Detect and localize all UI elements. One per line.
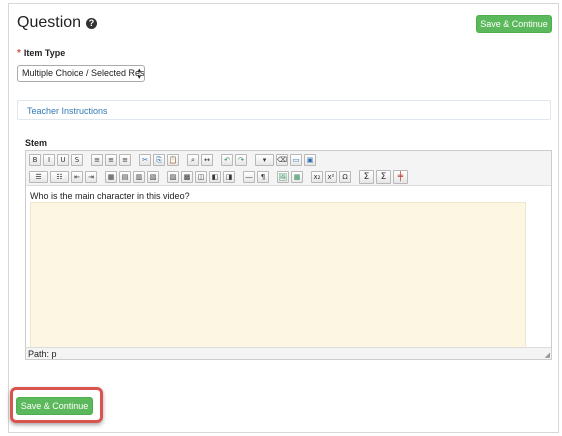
table-col-button[interactable]: ▥ <box>133 171 145 183</box>
select-arrows-icon: ▴ ▾ <box>137 67 141 81</box>
item-type-label: * Item Type <box>17 48 65 59</box>
find-button[interactable]: ⌕ <box>187 154 199 166</box>
help-icon[interactable]: ? <box>86 17 98 29</box>
stem-editor: B I U S ≡ ≡ ≡ ✂ ⎘ 📋 ⌕ ↔ ↶ ↷ ▾ ⌫ ▭ ▣ ☰ ☷ ⇤ ⇥ ▦ ▤ ▥ ▧ ▨ ▩ ◫ ◧ ◨ ― ¶ 🖼 ▦ x₂ x²… <box>25 150 552 360</box>
cell-split-button[interactable]: ▩ <box>181 171 193 183</box>
eraser-button[interactable]: ⌫ <box>276 154 288 166</box>
stem-edit-area[interactable]: Who is the main character in this video? <box>26 187 551 349</box>
path-text: Path: p <box>28 349 57 359</box>
align-left-button[interactable]: ≡ <box>91 154 103 166</box>
outdent-button[interactable]: ⇤ <box>71 171 83 183</box>
toolbar-row-1: B I U S ≡ ≡ ≡ ✂ ⎘ 📋 ⌕ ↔ ↶ ↷ ▾ ⌫ ▭ ▣ <box>29 154 322 166</box>
toolbar-row-2: ☰ ☷ ⇤ ⇥ ▦ ▤ ▥ ▧ ▨ ▩ ◫ ◧ ◨ ― ¶ 🖼 ▦ x₂ x² Ω Σ Σ ╪ <box>29 170 408 184</box>
media-button[interactable]: ▣ <box>304 154 316 166</box>
resize-handle-icon[interactable]: ◢ <box>545 351 550 359</box>
item-type-selected-value: Multiple Choice / Selected Res| <box>22 68 145 78</box>
item-type-label-text: Item Type <box>23 48 66 58</box>
cut-button[interactable]: ✂ <box>139 154 151 166</box>
hr-button[interactable]: ― <box>243 171 255 183</box>
omega-button[interactable]: Ω <box>339 171 351 183</box>
copy-button[interactable]: ⎘ <box>153 154 165 166</box>
insert-image-button[interactable]: 🖼 <box>277 171 289 183</box>
align-center-button[interactable]: ≡ <box>105 154 117 166</box>
col-props-button[interactable]: ◨ <box>223 171 235 183</box>
superscript-button[interactable]: x² <box>325 171 337 183</box>
table-row-button[interactable]: ▤ <box>119 171 131 183</box>
sigma-box-button[interactable]: Σ <box>359 170 374 184</box>
table-delete-button[interactable]: ▧ <box>147 171 159 183</box>
sigma-button[interactable]: Σ <box>376 170 391 184</box>
answer-area[interactable] <box>30 202 526 349</box>
italic-button[interactable]: I <box>43 154 55 166</box>
redo-button[interactable]: ↷ <box>235 154 247 166</box>
graph-button[interactable]: ╪ <box>393 170 408 184</box>
item-type-select[interactable]: Multiple Choice / Selected Res| ▴ ▾ <box>17 65 145 82</box>
table-button[interactable]: ▦ <box>105 171 117 183</box>
undo-button[interactable]: ↶ <box>221 154 233 166</box>
replace-button[interactable]: ↔ <box>201 154 213 166</box>
cell-props-button[interactable]: ◫ <box>195 171 207 183</box>
teacher-instructions-panel: Teacher Instructions <box>17 100 551 120</box>
style-dropdown-button[interactable]: ▾ <box>255 154 274 166</box>
align-right-button[interactable]: ≡ <box>119 154 131 166</box>
strikethrough-button[interactable]: S <box>71 154 83 166</box>
row-props-button[interactable]: ◧ <box>209 171 221 183</box>
teacher-instructions-link[interactable]: Teacher Instructions <box>27 106 108 116</box>
save-continue-bottom-button[interactable]: Save & Continue <box>16 397 93 415</box>
underline-button[interactable]: U <box>57 154 69 166</box>
cell-merge-button[interactable]: ▨ <box>167 171 179 183</box>
page-title-text: Question <box>17 14 82 31</box>
spreadsheet-button[interactable]: ▦ <box>291 171 303 183</box>
bold-button[interactable]: B <box>29 154 41 166</box>
subscript-button[interactable]: x₂ <box>311 171 323 183</box>
stem-label: Stem <box>25 138 48 148</box>
special-button[interactable]: ¶ <box>257 171 269 183</box>
required-marker: * <box>17 48 21 59</box>
paste-button[interactable]: 📋 <box>167 154 179 166</box>
page-title: Question ? <box>17 14 98 32</box>
path-bar: Path: p ◢ <box>26 347 551 359</box>
stem-text[interactable]: Who is the main character in this video? <box>30 191 190 201</box>
image-button[interactable]: ▭ <box>290 154 302 166</box>
editor-toolbar: B I U S ≡ ≡ ≡ ✂ ⎘ 📋 ⌕ ↔ ↶ ↷ ▾ ⌫ ▭ ▣ ☰ ☷ ⇤ ⇥ ▦ ▤ ▥ ▧ ▨ ▩ ◫ ◧ ◨ ― ¶ 🖼 ▦ x₂ x²… <box>26 151 551 186</box>
numbered-list-button[interactable]: ☷ <box>50 171 69 183</box>
bullet-list-button[interactable]: ☰ <box>29 171 48 183</box>
save-continue-top-button[interactable]: Save & Continue <box>476 15 552 33</box>
indent-button[interactable]: ⇥ <box>85 171 97 183</box>
